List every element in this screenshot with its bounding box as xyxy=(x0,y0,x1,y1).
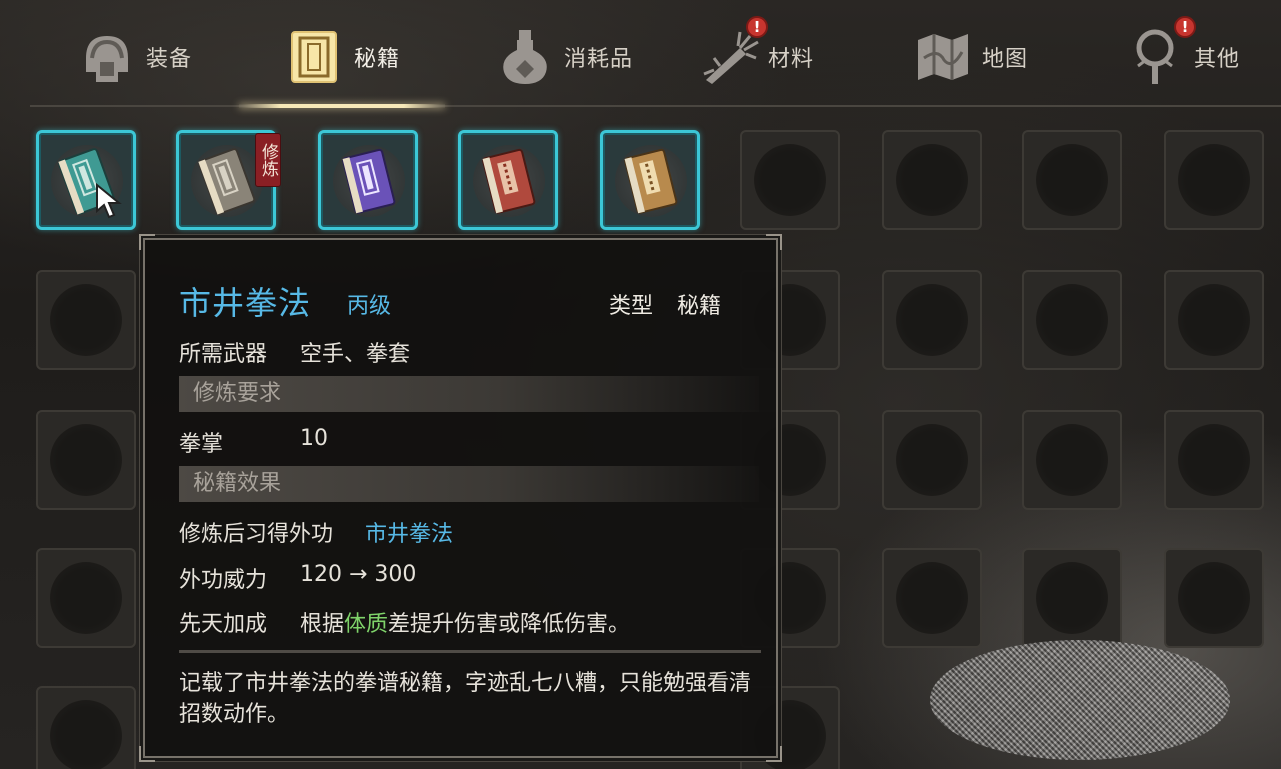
inventory-slot-16[interactable] xyxy=(882,270,982,370)
item-type-label: 类型 xyxy=(609,294,654,319)
power-value: 120 → 300 xyxy=(300,562,417,587)
tab-other-label: 其他 xyxy=(1194,47,1241,72)
effects-section-header: 秘籍效果 xyxy=(179,466,759,502)
tab-consumables-label: 消耗品 xyxy=(564,47,634,72)
item-name: 市井拳法 xyxy=(179,284,312,322)
inventory-slot-1[interactable] xyxy=(36,130,136,230)
tab-map-label: 地图 xyxy=(982,47,1029,72)
learn-skill-label: 修炼后习得外功 xyxy=(179,522,334,547)
innate-bonus-attribute: 体质 xyxy=(344,612,389,637)
inventory-slot-7[interactable] xyxy=(882,130,982,230)
training-tag: 修炼 xyxy=(255,133,281,187)
tab-materials-label: 材料 xyxy=(768,47,815,72)
requirement-label: 拳掌 xyxy=(179,432,224,457)
power-label: 外功威力 xyxy=(179,568,268,593)
innate-bonus-value: 根据体质差提升伤害或降低伤害。 xyxy=(300,606,630,638)
inventory-screen: 装备 秘籍 消耗品 ! 材料 地图 ! 其他 修炼 市井拳法 丙级 类型 秘籍 … xyxy=(0,0,1281,769)
category-tab-bar: 装备 秘籍 消耗品 ! 材料 地图 ! 其他 xyxy=(0,0,1281,108)
weapon-label: 所需武器 xyxy=(179,342,268,367)
inventory-slot-28[interactable] xyxy=(36,548,136,648)
inventory-slot-4[interactable] xyxy=(458,130,558,230)
tab-manuals[interactable]: 秘籍 xyxy=(286,18,400,96)
tan-manual-icon xyxy=(624,148,678,214)
weapon-value: 空手、拳套 xyxy=(300,342,411,367)
inventory-slot-2[interactable]: 修炼 xyxy=(176,130,281,230)
cursor-icon xyxy=(96,183,122,219)
tab-materials[interactable]: ! 材料 xyxy=(700,16,815,96)
materials-alert-badge: ! xyxy=(746,16,768,38)
item-description: 记载了市井拳法的拳谱秘籍，字迹乱七八糟，只能勉强看清招数动作。 xyxy=(179,671,752,727)
inventory-slot-3[interactable] xyxy=(318,130,418,230)
item-grade: 丙级 xyxy=(347,294,392,319)
tooltip-corner-ornament xyxy=(139,746,155,762)
inventory-slot-27[interactable] xyxy=(1164,410,1264,510)
tooltip-corner-ornament xyxy=(139,234,155,250)
training-tag-text: 修炼 xyxy=(258,143,278,177)
tooltip-corner-ornament xyxy=(766,746,782,762)
tab-other[interactable]: ! 其他 xyxy=(1126,16,1241,96)
inventory-slot-6[interactable] xyxy=(740,130,840,230)
tooltip-corner-ornament xyxy=(766,234,782,250)
item-tooltip: 市井拳法 丙级 类型 秘籍 所需武器 空手、拳套 修炼要求 拳掌 10 秘籍效果… xyxy=(139,234,782,762)
book-icon xyxy=(286,28,344,86)
requirement-value: 10 xyxy=(300,426,328,451)
tab-equipment[interactable]: 装备 xyxy=(78,18,192,96)
item-type-value: 秘籍 xyxy=(677,294,722,319)
purple-manual-icon xyxy=(342,148,396,214)
mirror-icon: ! xyxy=(1126,16,1196,86)
corner-watermark xyxy=(930,640,1230,760)
innate-bonus-prefix: 根据 xyxy=(300,612,345,637)
tab-map[interactable]: 地图 xyxy=(914,18,1028,96)
inventory-slot-17[interactable] xyxy=(1022,270,1122,370)
inventory-slot-19[interactable] xyxy=(36,410,136,510)
map-icon xyxy=(914,28,972,86)
tab-consumables[interactable]: 消耗品 xyxy=(496,18,633,96)
red-manual-icon xyxy=(482,148,536,214)
requirements-section-header: 修炼要求 xyxy=(179,376,759,412)
inventory-slot-10[interactable] xyxy=(36,270,136,370)
innate-bonus-label: 先天加成 xyxy=(179,612,268,637)
gourd-icon xyxy=(496,28,554,86)
active-tab-indicator xyxy=(239,104,445,108)
inventory-slot-35[interactable] xyxy=(1022,548,1122,648)
inventory-slot-26[interactable] xyxy=(1022,410,1122,510)
tooltip-separator xyxy=(179,650,761,653)
tab-manuals-label: 秘籍 xyxy=(354,47,401,72)
inventory-slot-18[interactable] xyxy=(1164,270,1264,370)
ginseng-icon: ! xyxy=(700,16,768,86)
inventory-slot-9[interactable] xyxy=(1164,130,1264,230)
tab-divider xyxy=(30,105,1281,107)
inventory-slot-5[interactable] xyxy=(600,130,700,230)
inventory-slot-34[interactable] xyxy=(882,548,982,648)
tab-equipment-label: 装备 xyxy=(146,47,193,72)
inventory-slot-8[interactable] xyxy=(1022,130,1122,230)
inventory-slot-25[interactable] xyxy=(882,410,982,510)
learn-skill-value: 市井拳法 xyxy=(365,522,454,547)
inventory-slot-36[interactable] xyxy=(1164,548,1264,648)
helmet-icon xyxy=(78,28,136,86)
grey-manual-icon xyxy=(198,148,256,215)
other-alert-badge: ! xyxy=(1174,16,1196,38)
inventory-slot-37[interactable] xyxy=(36,686,136,769)
innate-bonus-suffix: 差提升伤害或降低伤害。 xyxy=(388,612,631,637)
